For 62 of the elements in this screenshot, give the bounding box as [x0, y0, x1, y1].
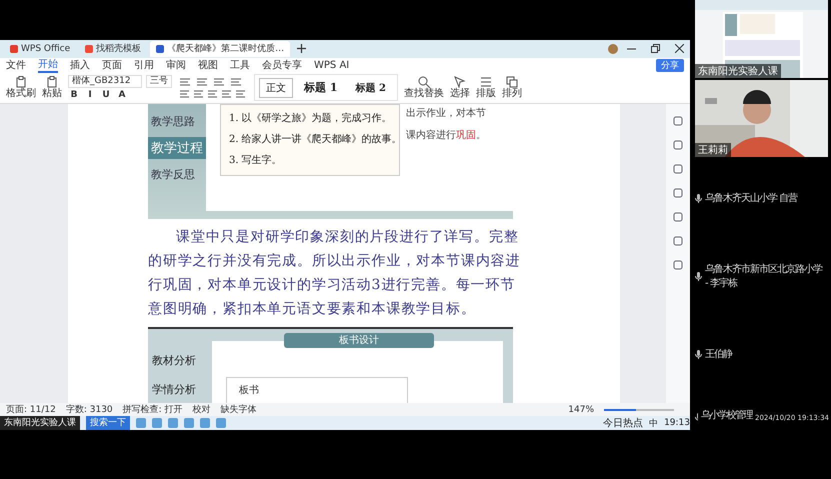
participant-name: 王伯静 [705, 348, 734, 361]
clock: 19:13 [664, 418, 690, 428]
cursor-icon [454, 76, 466, 88]
template-icon [85, 44, 94, 53]
logo-icon [10, 44, 18, 53]
format-button[interactable]: U [100, 90, 112, 100]
paragraph: 课堂中只是对研学印象深刻的片段进行了详写。完整的研学之行并没有完成。所以出示作业，对本节课内容进行巩固，对本单元设计的学习活动3进行完善。每一环节意图明确，紧扣本单元语文要素和本课教学目标。 [148, 228, 522, 319]
slide-text: 课内容进行巩固。 [406, 128, 486, 142]
share-button[interactable]: 分享 [656, 58, 684, 72]
format-button[interactable]: I [84, 90, 96, 100]
page-count: 页面: 11/12 [6, 404, 56, 416]
menu-tab[interactable]: 文件 [6, 58, 26, 72]
document-tab[interactable]: 找稻壳模板 [79, 40, 148, 57]
toolbar-button[interactable]: 排列 [502, 76, 522, 100]
clipboard-icon [46, 76, 58, 88]
input-method[interactable]: 中 [649, 416, 658, 430]
format-button[interactable]: B [68, 90, 80, 100]
task-text: 3. 写生字。 [229, 154, 283, 167]
toolbar-button[interactable]: 选择 [450, 76, 470, 100]
menu-tab[interactable]: 审阅 [166, 58, 186, 72]
participant-name: 乌小学校管理 [700, 408, 752, 422]
menu-tab[interactable]: 会员专享 [262, 58, 302, 72]
menu-tab[interactable]: WPS AI [314, 60, 350, 71]
toolbar-button[interactable]: 排版 [476, 76, 496, 100]
toolbar-button[interactable]: 查找替换 [404, 76, 444, 100]
menu-tab[interactable]: 引用 [134, 58, 154, 72]
toolbar-button[interactable]: 粘贴 [42, 76, 62, 100]
text-layout-icon [480, 76, 492, 88]
menu-tab[interactable]: 视图 [198, 58, 218, 72]
board-label: 板书 [239, 384, 259, 396]
video-caption: 东南阳光实验人课 [695, 64, 781, 78]
search-field[interactable]: 搜索一下 [86, 416, 130, 430]
style-option[interactable]: 正文 [259, 78, 293, 98]
style-option[interactable]: 标题 2 [348, 78, 393, 98]
video-caption: 王莉莉 [695, 143, 731, 157]
spell-check[interactable]: 拼写检查: 打开 [122, 403, 183, 416]
search-icon [418, 76, 430, 88]
menu-tab[interactable]: 页面 [102, 58, 122, 72]
taskbar-window[interactable]: 东南阳光实验人课 [0, 416, 80, 430]
slide-text: 出示作业，对本节 [406, 106, 486, 120]
document-tab[interactable]: 《爬天都峰》第二课时优质… [150, 40, 290, 57]
participant-name: 乌鲁木齐天山小学 自营 [705, 192, 798, 205]
task-text: 1. 以《研学之旅》为题，完成习作。 [229, 112, 391, 125]
font-select[interactable]: 楷体_GB2312 [68, 75, 142, 88]
zoom-level[interactable]: 147% [568, 404, 594, 414]
paragraph-tools-drawing[interactable] [178, 76, 248, 100]
document-tab[interactable]: WPS Office [4, 40, 76, 57]
style-option[interactable]: 标题 1 [297, 77, 344, 98]
avatar-icon[interactable] [608, 44, 618, 54]
proofread-button[interactable]: 校对 [192, 403, 211, 416]
news-button[interactable]: 今日热点 [603, 416, 644, 430]
format-button[interactable]: A [116, 90, 128, 100]
toolbar-button[interactable]: 格式刷 [6, 76, 36, 100]
menu-tab[interactable]: 工具 [230, 58, 250, 72]
menu-tab[interactable]: 插入 [70, 58, 90, 72]
slide-title: 板书设计 [284, 332, 434, 348]
missing-font-warning[interactable]: 缺失字体 [220, 403, 257, 416]
document-icon [156, 44, 164, 53]
arrange-icon [506, 76, 518, 88]
word-count: 字数: 3130 [66, 404, 113, 416]
size-select[interactable]: 三号 [146, 75, 172, 88]
participant-name: 乌鲁木齐市新市区北京路小学 - 李宇栋 [705, 262, 824, 290]
